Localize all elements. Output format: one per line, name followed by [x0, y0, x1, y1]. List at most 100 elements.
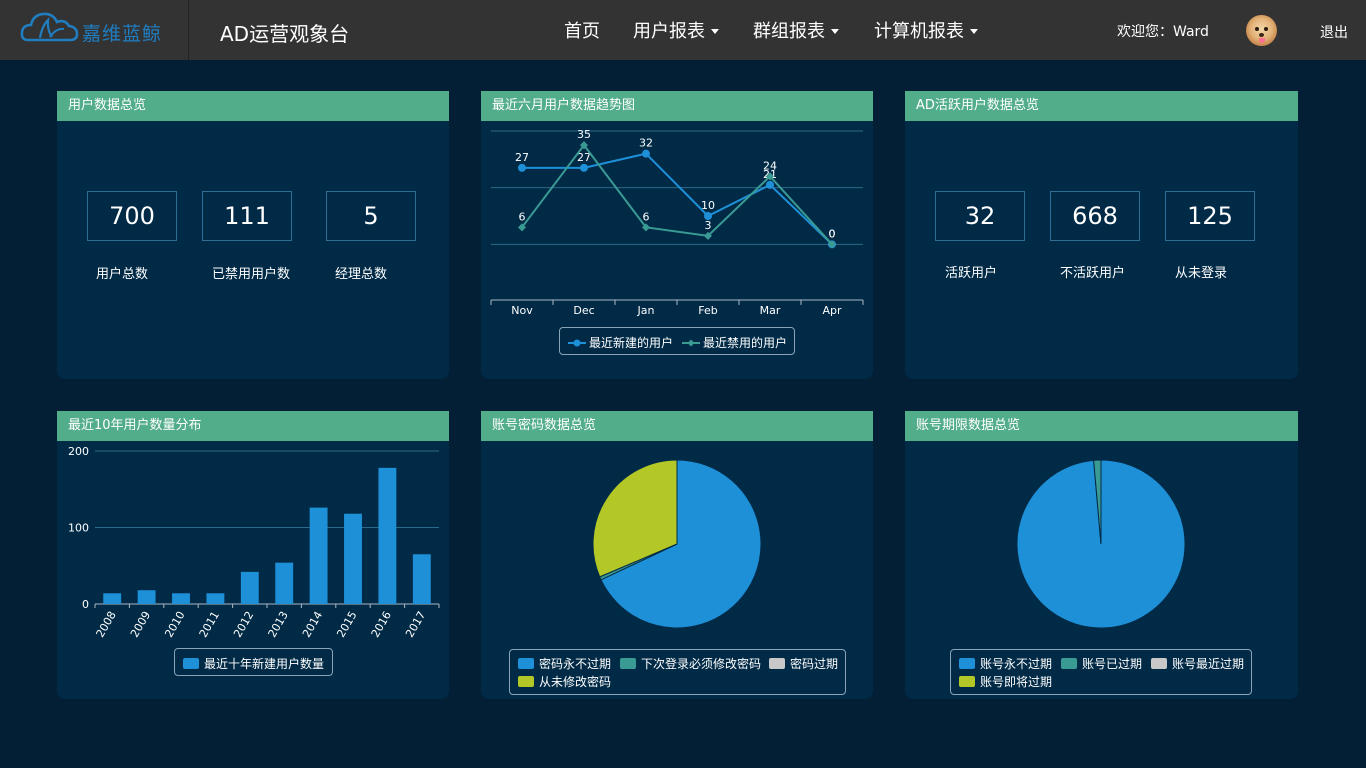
- line-marker-icon: [682, 339, 700, 347]
- never-logged-in-value: 125: [1165, 191, 1255, 241]
- bar: [275, 562, 294, 604]
- yearly-legend: 最近十年新建用户数量: [174, 648, 333, 676]
- y-tick-label: 0: [82, 598, 89, 611]
- nav-group-reports[interactable]: 群组报表: [753, 17, 839, 43]
- panel-title: 用户数据总览: [57, 91, 449, 121]
- legend-label: 下次登录必须修改密码: [641, 657, 762, 671]
- panel-title: AD活跃用户数据总览: [905, 91, 1298, 121]
- legend-account-expiring-soon[interactable]: 账号即将过期: [959, 673, 1052, 690]
- bar: [172, 593, 190, 604]
- legend-yearly-new-users[interactable]: 最近十年新建用户数量: [183, 655, 324, 672]
- x-tick-label: 2015: [334, 609, 359, 640]
- legend-never-changed-password[interactable]: 从未修改密码: [518, 673, 611, 690]
- top-navbar: 嘉维蓝鲸 AD运营观象台 首页 用户报表 群组报表 计算机报表 欢迎您：Ward…: [0, 0, 1366, 60]
- legend-new-users[interactable]: 最近新建的用户: [568, 334, 673, 351]
- data-label: 35: [577, 128, 591, 141]
- bar: [412, 554, 431, 604]
- legend-swatch: [518, 658, 534, 669]
- legend-label: 账号即将过期: [980, 675, 1053, 689]
- legend-swatch: [959, 658, 975, 669]
- expiry-legend: 账号永不过期 账号已过期 账号最近过期 账号即将过期: [950, 649, 1252, 695]
- panel-title: 账号密码数据总览: [481, 411, 873, 441]
- x-tick-label: 2017: [403, 609, 428, 640]
- password-pie-panel: 账号密码数据总览 密码永不过期 下次登录必须修改密码 密码过期 从未修改密码: [481, 411, 873, 699]
- logout-link[interactable]: 退出: [1320, 22, 1348, 42]
- avatar-eye-right: [1264, 27, 1268, 31]
- series-line-2: [521, 143, 833, 246]
- data-label: 10: [701, 199, 715, 212]
- expiry-pie-chart: [1016, 459, 1186, 629]
- data-label: 6: [519, 210, 526, 223]
- x-tick-label: Mar: [760, 304, 781, 317]
- legend-swatch: [620, 658, 636, 669]
- password-legend: 密码永不过期 下次登录必须修改密码 密码过期 从未修改密码: [509, 649, 846, 695]
- managers-value: 5: [326, 191, 416, 241]
- nav-computer-reports[interactable]: 计算机报表: [874, 17, 978, 43]
- active-users-panel: AD活跃用户数据总览 32 668 125 活跃用户 不活跃用户 从未登录: [905, 91, 1298, 379]
- logo-text: 嘉维蓝鲸: [82, 23, 163, 45]
- legend-account-recently-expired[interactable]: 账号最近过期: [1151, 655, 1244, 672]
- brand-logo[interactable]: 嘉维蓝鲸: [0, 0, 189, 60]
- password-pie-chart: [592, 459, 762, 629]
- caret-down-icon: [970, 28, 978, 34]
- legend-swatch: [1061, 658, 1077, 669]
- legend-swatch: [183, 658, 199, 669]
- data-label: 6: [643, 210, 650, 223]
- caret-down-icon: [831, 28, 839, 34]
- legend-label: 从未修改密码: [539, 675, 612, 689]
- bar: [206, 593, 225, 604]
- x-tick-label: Nov: [511, 304, 533, 317]
- x-tick-label: 2014: [300, 609, 325, 640]
- managers-label: 经理总数: [335, 267, 388, 282]
- user-avatar[interactable]: [1246, 15, 1277, 46]
- legend-account-expired[interactable]: 账号已过期: [1061, 655, 1142, 672]
- legend-must-change-password[interactable]: 下次登录必须修改密码: [620, 655, 761, 672]
- bar: [378, 467, 397, 604]
- x-tick-label: Feb: [698, 304, 717, 317]
- avatar-eye-left: [1255, 27, 1259, 31]
- never-logged-in-label: 从未登录: [1175, 266, 1228, 281]
- x-tick-label: 2010: [162, 609, 187, 640]
- data-point: [766, 180, 774, 189]
- legend-swatch: [959, 676, 975, 687]
- panel-title: 最近六月用户数据趋势图: [481, 91, 873, 121]
- panel-title: 账号期限数据总览: [905, 411, 1298, 441]
- legend-new-users-label: 最近新建的用户: [589, 336, 674, 350]
- expiry-pie-panel: 账号期限数据总览 账号永不过期 账号已过期 账号最近过期 账号即将过期: [905, 411, 1298, 699]
- legend-password-expired[interactable]: 密码过期: [769, 655, 838, 672]
- x-tick-label: 2009: [128, 609, 153, 640]
- data-label: 24: [763, 159, 777, 172]
- x-tick-label: Dec: [573, 304, 594, 317]
- legend-label: 账号已过期: [1082, 657, 1143, 671]
- data-label: 32: [639, 137, 653, 150]
- disabled-users-value: 111: [202, 191, 292, 241]
- legend-swatch: [769, 658, 785, 669]
- data-point: [642, 149, 650, 158]
- data-label: 3: [705, 219, 712, 232]
- bar: [240, 571, 259, 604]
- avatar-nose: [1259, 33, 1264, 37]
- x-tick-label: 2016: [369, 609, 394, 640]
- x-tick-label: 2013: [266, 609, 291, 640]
- x-tick-label: Apr: [822, 304, 842, 317]
- inactive-users-label: 不活跃用户: [1060, 266, 1126, 281]
- trend-chart-panel: 最近六月用户数据趋势图 NovDecJanFebMarApr2727321021…: [481, 91, 873, 379]
- nav-home[interactable]: 首页: [564, 17, 600, 43]
- legend-disabled-users-label: 最近禁用的用户: [703, 336, 788, 350]
- legend-password-never-expires[interactable]: 密码永不过期: [518, 655, 611, 672]
- active-users-value: 32: [935, 191, 1025, 241]
- welcome-text: 欢迎您：Ward: [1117, 24, 1209, 40]
- y-tick-label: 100: [68, 522, 89, 535]
- x-tick-label: 2011: [197, 609, 222, 640]
- yearly-bar-chart: 0 100 200 2008 2009 2010 2011 2012 2013 2014 2015 2…: [68, 445, 440, 640]
- nav-user-reports[interactable]: 用户报表: [633, 17, 719, 43]
- legend-disabled-users[interactable]: 最近禁用的用户: [682, 334, 787, 351]
- inactive-users-value: 668: [1050, 191, 1140, 241]
- app-title: AD运营观象台: [220, 22, 350, 46]
- nav-user-reports-label: 用户报表: [633, 21, 705, 42]
- x-tick-label: Jan: [637, 304, 655, 317]
- legend-account-never-expires[interactable]: 账号永不过期: [959, 655, 1052, 672]
- cloud-whale-logo-icon: [20, 12, 79, 42]
- disabled-users-label: 已禁用用户数: [212, 267, 291, 282]
- legend-label: 账号最近过期: [1172, 657, 1245, 671]
